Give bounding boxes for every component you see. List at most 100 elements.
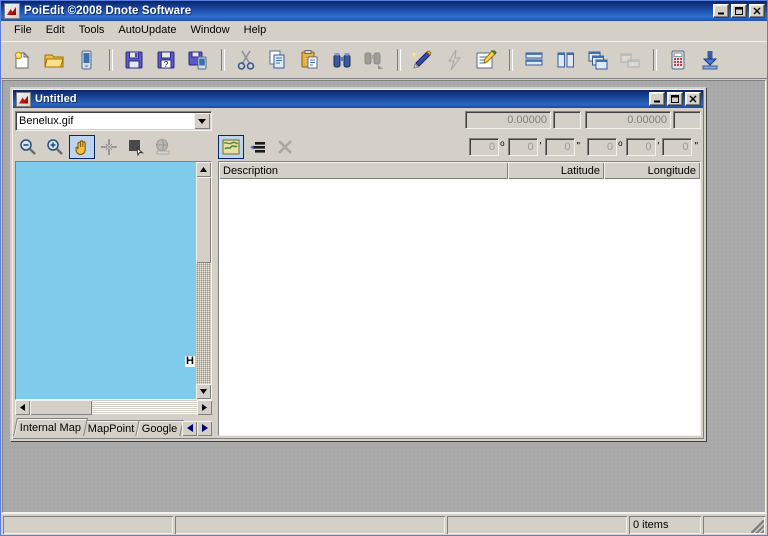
edit-entry-button[interactable] [245, 135, 271, 159]
map-canvas[interactable]: H [16, 162, 196, 399]
tab-mappoint[interactable]: MapPoint [81, 420, 142, 436]
menu-window[interactable]: Window [184, 22, 237, 39]
dms-coordinate-group: 0 o 0 ' 0 " 0 o 0 ' 0 " [469, 138, 701, 156]
child-close-button[interactable] [685, 92, 701, 106]
map-horizontal-scrollbar[interactable] [15, 400, 212, 415]
select-area-button[interactable] [123, 135, 149, 159]
scroll-down-arrow-icon[interactable] [196, 384, 211, 399]
menu-bar: File Edit Tools AutoUpdate Window Help [1, 21, 767, 41]
toolbar-separator [397, 49, 401, 71]
mdi-client-area: Untitled Benelux.gif 0.00000 0.00000 0 o… [2, 80, 766, 513]
column-header-latitude[interactable]: Latitude [508, 162, 604, 179]
minimize-button[interactable] [713, 4, 729, 18]
longitude-minutes-field[interactable]: 0 [625, 138, 656, 156]
web-map-button [150, 135, 176, 159]
tab-scroll-right-button[interactable] [197, 420, 212, 436]
open-file-button[interactable] [39, 45, 69, 75]
document-icon [16, 91, 31, 107]
tile-vertical-button[interactable] [551, 45, 581, 75]
tab-internal-map-label: Internal Map [19, 421, 82, 434]
find-button[interactable] [327, 45, 357, 75]
menu-help[interactable]: Help [237, 22, 274, 39]
tab-scroll-left-button[interactable] [182, 420, 197, 436]
save-button[interactable] [119, 45, 149, 75]
main-toolbar: ? [1, 41, 767, 79]
chevron-down-icon[interactable] [194, 113, 210, 129]
longitude-degrees-field[interactable]: 0 [587, 138, 618, 156]
toolbar-separator [221, 49, 225, 71]
latitude-seconds-field[interactable]: 0 [544, 138, 575, 156]
scroll-up-arrow-icon[interactable] [196, 162, 211, 177]
latitude-decimal-field[interactable]: 0.00000 [465, 111, 551, 129]
add-poi-button[interactable] [218, 135, 244, 159]
calculator-button[interactable] [663, 45, 693, 75]
title-bar: PoiEdit ©2008 Dnote Software [1, 1, 767, 21]
center-crosshair-button[interactable] [96, 135, 122, 159]
status-item-count: 0 items [629, 516, 701, 534]
delete-entry-button [272, 135, 298, 159]
menu-edit[interactable]: Edit [39, 22, 72, 39]
tile-horizontal-button[interactable] [519, 45, 549, 75]
poi-list-body[interactable] [219, 179, 700, 435]
longitude-seconds-field[interactable]: 0 [662, 138, 693, 156]
map-vertical-scrollbar[interactable] [196, 162, 211, 399]
vertical-scroll-track[interactable] [196, 263, 211, 384]
tab-spinner [182, 420, 212, 436]
save-to-device-button[interactable] [183, 45, 213, 75]
tab-google-label: Google [141, 422, 178, 435]
read-device-button[interactable] [71, 45, 101, 75]
tools-row: 0 o 0 ' 0 " 0 o 0 ' 0 " [15, 133, 701, 161]
column-header-longitude[interactable]: Longitude [604, 162, 700, 179]
zoom-out-button[interactable] [15, 135, 41, 159]
child-maximize-button[interactable] [667, 92, 683, 106]
vertical-scroll-thumb[interactable] [196, 177, 211, 263]
status-panel-3 [447, 516, 627, 534]
application-window: PoiEdit ©2008 Dnote Software File Edit T… [0, 0, 768, 536]
menu-file[interactable]: File [7, 22, 39, 39]
cascade-windows-button[interactable] [583, 45, 613, 75]
child-window-controls [649, 92, 701, 106]
copy-button[interactable] [263, 45, 293, 75]
column-header-description[interactable]: Description [219, 162, 508, 179]
tab-google[interactable]: Google [134, 420, 184, 436]
new-file-button[interactable] [7, 45, 37, 75]
scroll-right-arrow-icon[interactable] [197, 400, 212, 415]
pan-tool-button[interactable] [69, 135, 95, 159]
map-source-tabs: Internal Map MapPoint Google [13, 417, 212, 436]
menu-tools[interactable]: Tools [72, 22, 112, 39]
wizard-button[interactable] [407, 45, 437, 75]
child-minimize-button[interactable] [649, 92, 665, 106]
save-as-button[interactable]: ? [151, 45, 181, 75]
resize-grip-icon[interactable] [751, 519, 764, 533]
longitude-decimal-field[interactable]: 0.00000 [585, 111, 671, 129]
paste-button[interactable] [295, 45, 325, 75]
map-frame: H [15, 161, 212, 400]
longitude-hemisphere-field[interactable] [673, 111, 701, 129]
latitude-degrees-field[interactable]: 0 [469, 138, 500, 156]
status-panel-5 [703, 516, 765, 534]
close-button[interactable] [749, 4, 765, 18]
maximize-button[interactable] [731, 4, 747, 18]
map-select-value: Benelux.gif [19, 115, 74, 127]
latitude-minutes-field[interactable]: 0 [507, 138, 538, 156]
menu-autoupdate[interactable]: AutoUpdate [111, 22, 183, 39]
tab-mappoint-label: MapPoint [88, 422, 135, 435]
top-row: Benelux.gif 0.00000 0.00000 [15, 111, 701, 133]
tab-internal-map[interactable]: Internal Map [13, 418, 89, 436]
horizontal-scroll-track[interactable] [92, 400, 197, 415]
properties-button[interactable] [471, 45, 501, 75]
map-select-combo[interactable]: Benelux.gif [15, 111, 212, 131]
scroll-left-arrow-icon[interactable] [15, 400, 30, 415]
child-title-bar: Untitled [13, 90, 703, 108]
cut-button[interactable] [231, 45, 261, 75]
child-window: Untitled Benelux.gif 0.00000 0.00000 0 o… [10, 87, 706, 441]
toolbar-separator [509, 49, 513, 71]
decimal-coordinate-group: 0.00000 0.00000 [465, 111, 701, 129]
horizontal-scroll-thumb[interactable] [30, 400, 92, 415]
latitude-hemisphere-field[interactable] [553, 111, 581, 129]
convert-button [439, 45, 469, 75]
download-button[interactable] [695, 45, 725, 75]
map-toolbar [15, 135, 212, 159]
zoom-in-button[interactable] [42, 135, 68, 159]
map-edge-label: H [185, 355, 195, 367]
